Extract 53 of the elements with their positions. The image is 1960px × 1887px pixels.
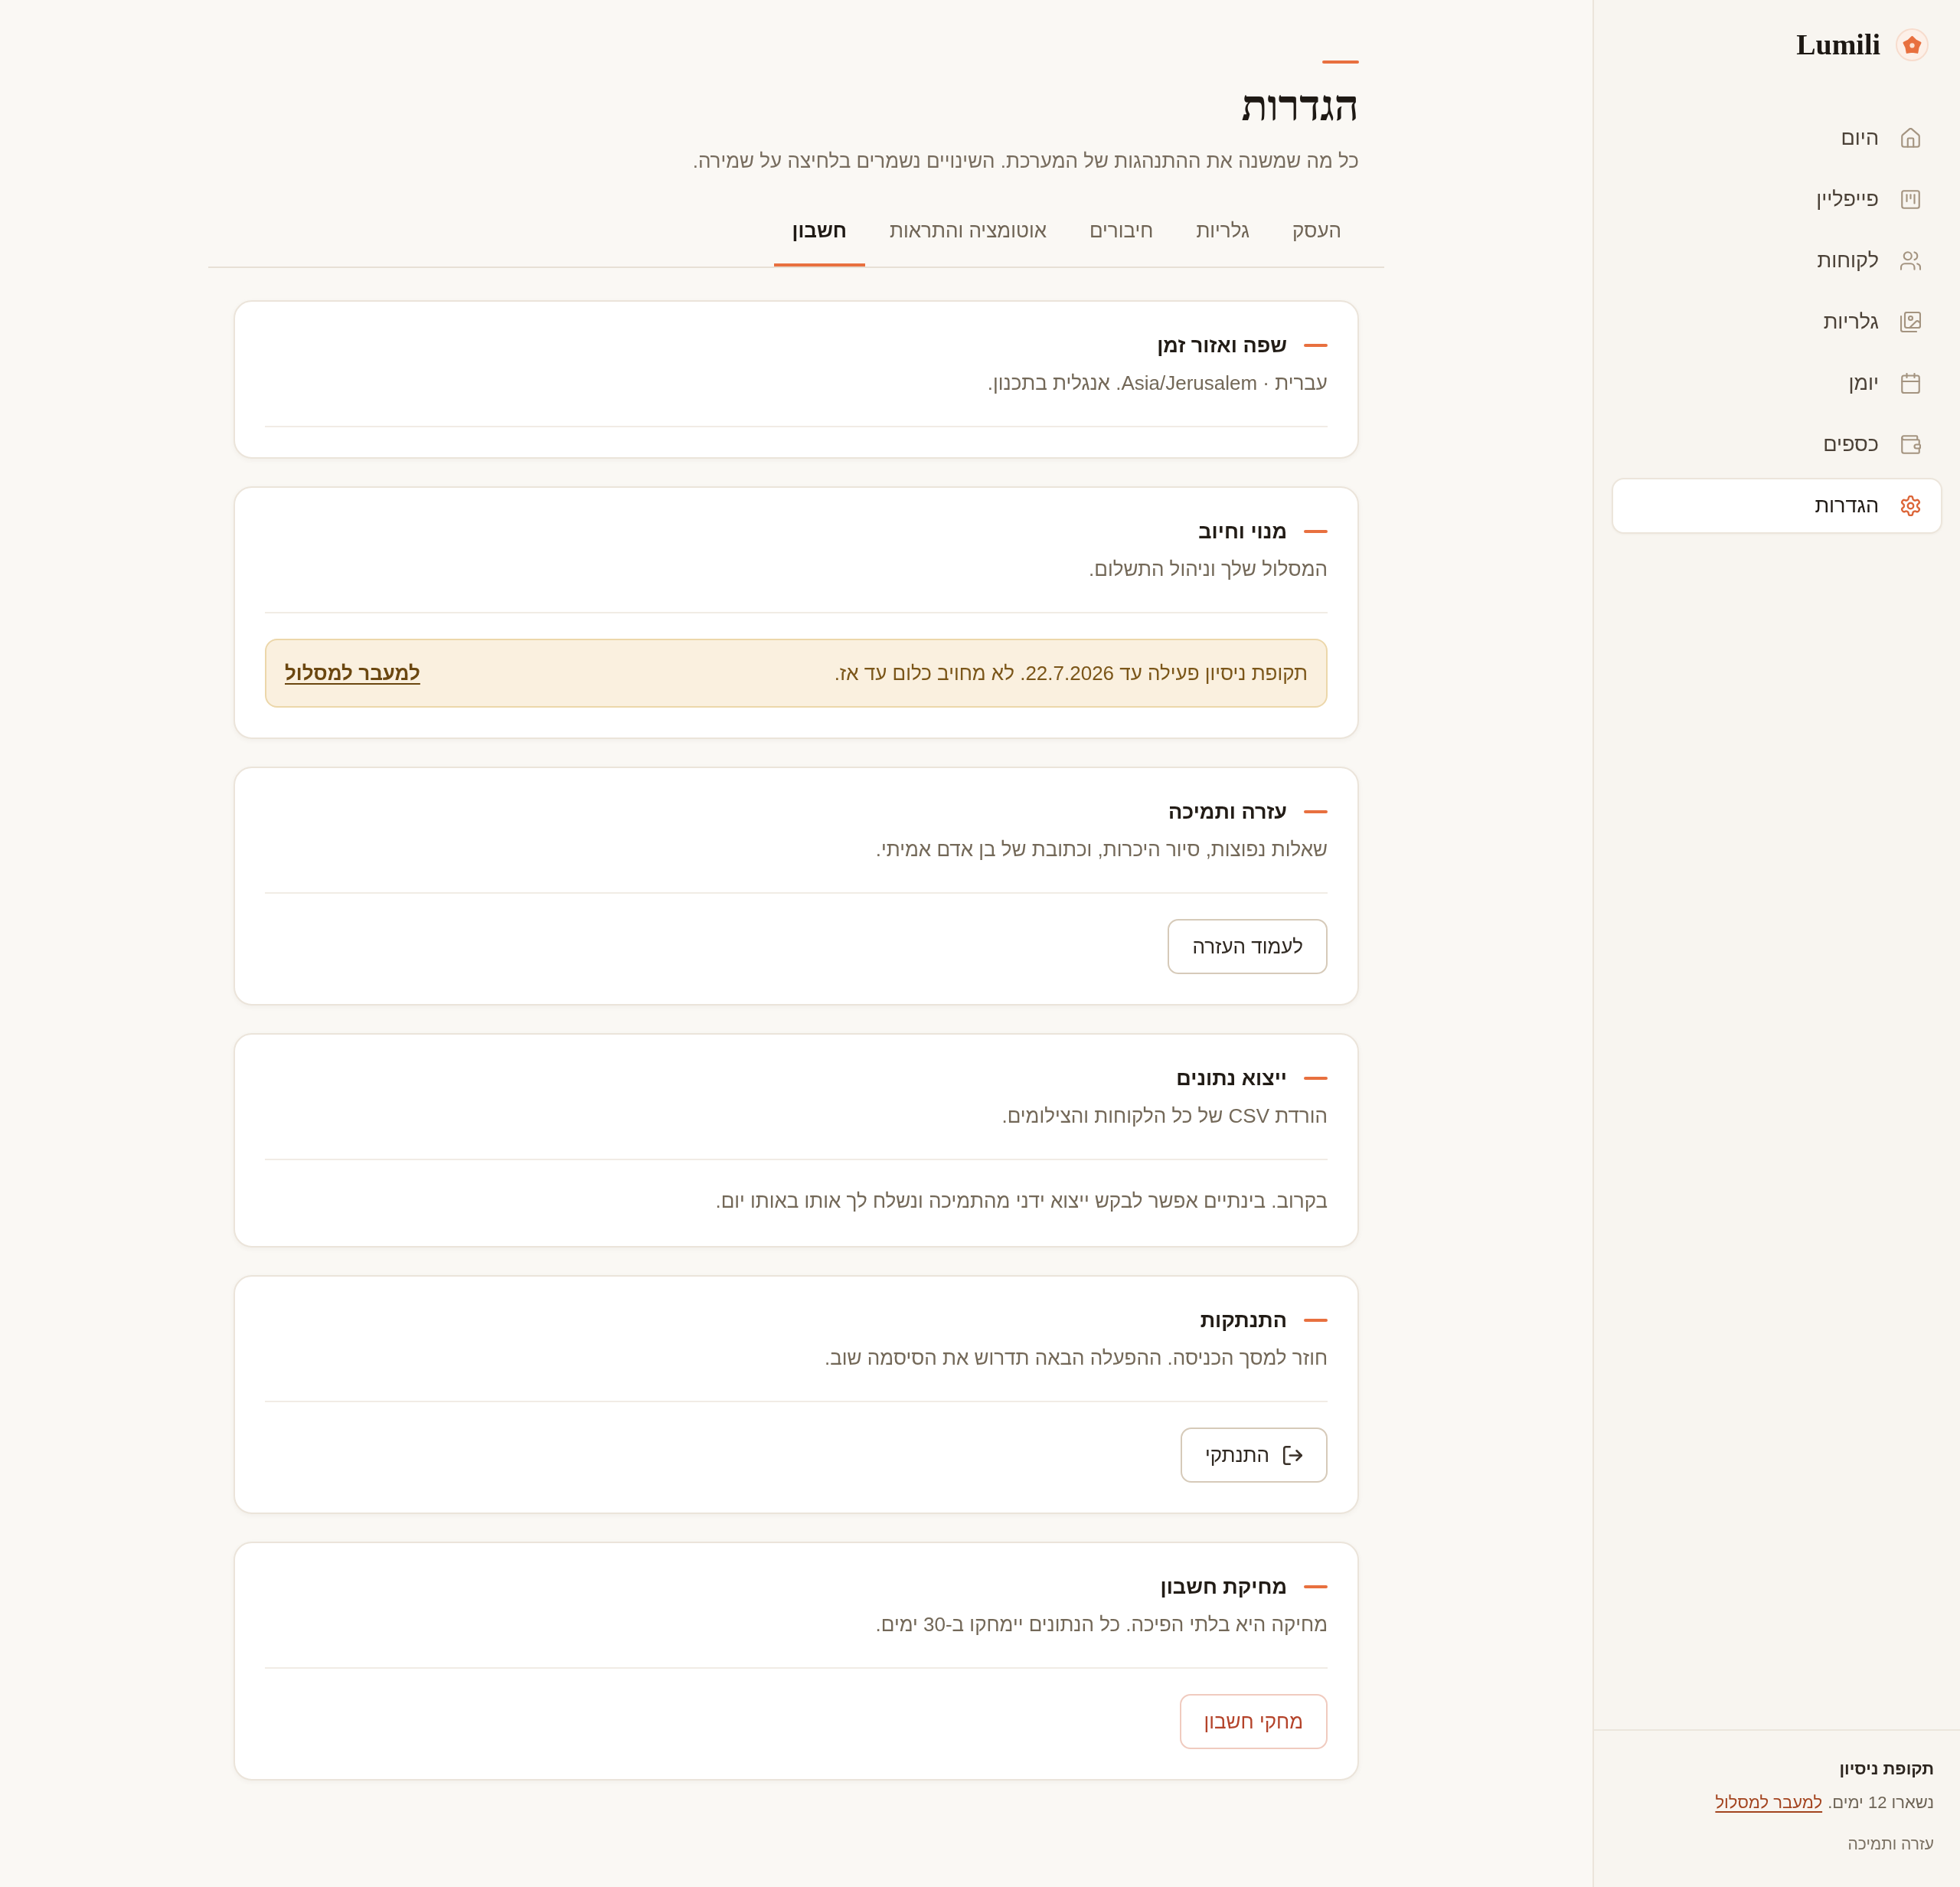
nav-item[interactable]: יומן <box>1612 355 1942 411</box>
upgrade-link[interactable]: למעבר למסלול <box>1715 1791 1823 1815</box>
trial-title: תקופת ניסיון <box>1838 1758 1934 1780</box>
settings-icon <box>1900 495 1921 516</box>
help-link[interactable]: עזרה ותמיכה <box>1847 1832 1934 1856</box>
kanban-board-icon <box>1900 189 1921 210</box>
tab[interactable]: גלריות <box>1178 201 1268 267</box>
tab[interactable]: העסק <box>1274 201 1360 267</box>
card-title: מחיקת חשבון <box>1160 1575 1287 1600</box>
card-title: ייצוא נתונים <box>1176 1066 1287 1091</box>
card-note: בקרוב. בינתיים אפשר לבקש ייצוא ידני מהתמיכה ונשלח לך אותו באותו יום. <box>715 1189 1328 1214</box>
card-title: התנתקות <box>1200 1308 1287 1333</box>
help-page-button[interactable]: לעמוד העזרה <box>1168 919 1328 974</box>
trial-days-text: נשארו 12 ימים. <box>1828 1792 1934 1813</box>
home-icon <box>1900 128 1921 149</box>
delete-account-button[interactable]: מחקי חשבון <box>1179 1694 1328 1749</box>
card-description: מחיקה היא בלתי הפיכה. כל הנתונים יימחקו ב-30 ימים. <box>875 1612 1328 1637</box>
tab[interactable]: אוטומציה והתראות <box>871 201 1065 267</box>
dash-icon <box>1304 810 1328 813</box>
wallet-icon <box>1900 434 1921 455</box>
card-description: הורדת CSV של כל הלקוחות והצילומים. <box>1001 1104 1328 1129</box>
nav-item[interactable]: הגדרות <box>1612 478 1942 534</box>
dash-icon <box>1322 61 1359 64</box>
dash-icon <box>1304 1585 1328 1588</box>
card-title: עזרה ותמיכה <box>1168 800 1287 825</box>
tab[interactable]: חשבון <box>773 201 866 267</box>
dash-icon <box>1304 1077 1328 1080</box>
users-icon <box>1900 250 1921 271</box>
card-description: עברית · Asia/Jerusalem. אנגלית בתכנון. <box>987 371 1328 396</box>
page-subtitle: כל מה שמשנה את ההתנהגות של המערכת. השינויים נשמרים בלחיצה על שמירה. <box>692 149 1359 174</box>
logout-icon <box>1282 1444 1303 1466</box>
dash-icon <box>1304 344 1328 347</box>
card-title: שפה ואזור זמן <box>1157 333 1287 358</box>
nav-item[interactable]: פייפליין <box>1612 172 1942 227</box>
logo-icon <box>1896 28 1929 61</box>
nav-item[interactable]: לקוחות <box>1612 233 1942 289</box>
dash-icon <box>1304 530 1328 533</box>
nav-item[interactable]: כספים <box>1612 417 1942 473</box>
images-icon <box>1900 312 1921 332</box>
nav-item[interactable]: גלריות <box>1612 294 1942 350</box>
upgrade-link[interactable]: למעבר למסלול <box>285 661 420 685</box>
card-title: מנוי וחיוב <box>1198 519 1287 545</box>
brand-name: Lumili <box>1796 28 1880 61</box>
calendar-icon <box>1900 373 1921 394</box>
logout-button[interactable]: התנתקי <box>1180 1428 1328 1483</box>
tab[interactable]: חיבורים <box>1070 201 1172 267</box>
card-description: חוזר למסך הכניסה. ההפעלה הבאה תדרוש את הסיסמה שוב. <box>825 1346 1328 1371</box>
notice-text: תקופת ניסיון פעילה עד 22.7.2026. לא מחויב כלום עד אז. <box>834 661 1308 685</box>
nav-item[interactable]: היום <box>1612 110 1942 166</box>
page-title: הגדרות <box>1241 81 1359 131</box>
card-description: שאלות נפוצות, סיור היכרות, וכתובת של בן אדם אמיתי. <box>875 837 1328 862</box>
card-description: המסלול שלך וניהול התשלום. <box>1089 557 1328 582</box>
dash-icon <box>1304 1319 1328 1322</box>
